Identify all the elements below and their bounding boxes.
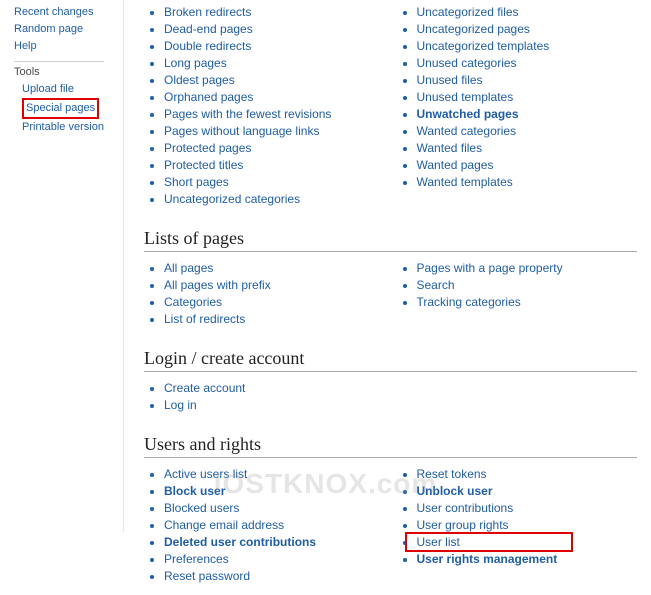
list-item[interactable]: Double redirects	[164, 39, 251, 53]
list-item[interactable]: Uncategorized categories	[164, 192, 300, 206]
list-item-unwatched-pages[interactable]: Unwatched pages	[417, 107, 519, 121]
lists-left: All pages All pages with prefix Categori…	[144, 260, 385, 328]
nav-recent-changes[interactable]: Recent changes	[14, 4, 123, 21]
top-left-list: Broken redirects Dead-end pages Double r…	[144, 4, 385, 208]
list-item[interactable]: Oldest pages	[164, 73, 235, 87]
list-item[interactable]: Protected titles	[164, 158, 243, 172]
list-item[interactable]: Unused files	[417, 73, 483, 87]
tools-links: Upload file Special pages Printable vers…	[14, 81, 123, 136]
tool-special-pages[interactable]: Special pages	[26, 100, 95, 117]
list-item-deleted-user-contributions[interactable]: Deleted user contributions	[164, 535, 316, 549]
list-item[interactable]: Protected pages	[164, 141, 251, 155]
users-left: Active users list Block user Blocked use…	[144, 466, 385, 585]
list-item[interactable]: Uncategorized files	[417, 5, 519, 19]
list-item[interactable]: Create account	[164, 381, 245, 395]
list-item[interactable]: List of redirects	[164, 312, 245, 326]
list-item-user-list[interactable]: User list	[417, 535, 460, 549]
main-content: Broken redirects Dead-end pages Double r…	[124, 0, 651, 532]
login-list: Create account Log in	[144, 380, 385, 414]
login-section: Create account Log in	[144, 376, 637, 424]
section-title-users-rights: Users and rights	[144, 434, 637, 458]
list-item-unblock-user[interactable]: Unblock user	[417, 484, 493, 498]
list-item[interactable]: Wanted files	[417, 141, 483, 155]
list-item[interactable]: User group rights	[417, 518, 509, 532]
lists-of-pages-section: All pages All pages with prefix Categori…	[144, 256, 637, 338]
list-item[interactable]: Categories	[164, 295, 222, 309]
list-item[interactable]: Active users list	[164, 467, 247, 481]
users-right: Reset tokens Unblock user User contribut…	[397, 466, 638, 568]
top-right-list: Uncategorized files Uncategorized pages …	[397, 4, 638, 191]
list-item[interactable]: Reset password	[164, 569, 250, 583]
list-item[interactable]: Wanted categories	[417, 124, 517, 138]
tools-heading: Tools	[14, 66, 123, 78]
list-item[interactable]: Broken redirects	[164, 5, 251, 19]
list-item[interactable]: Change email address	[164, 518, 284, 532]
list-item[interactable]: All pages	[164, 261, 213, 275]
tool-special-pages-highlight: Special pages	[22, 98, 99, 119]
nav-help[interactable]: Help	[14, 38, 123, 55]
list-item[interactable]: Wanted pages	[417, 158, 494, 172]
list-item[interactable]: Long pages	[164, 56, 227, 70]
users-rights-section: Active users list Block user Blocked use…	[144, 462, 637, 595]
list-item[interactable]: Preferences	[164, 552, 229, 566]
section-title-lists-of-pages: Lists of pages	[144, 228, 637, 252]
tool-printable-version[interactable]: Printable version	[22, 119, 123, 136]
list-item-user-rights-management[interactable]: User rights management	[417, 552, 558, 566]
nav-random-page[interactable]: Random page	[14, 21, 123, 38]
list-item[interactable]: Log in	[164, 398, 197, 412]
list-item[interactable]: Pages without language links	[164, 124, 319, 138]
list-item[interactable]: Uncategorized pages	[417, 22, 530, 36]
list-item[interactable]: Search	[417, 278, 455, 292]
list-item[interactable]: User contributions	[417, 501, 514, 515]
list-item[interactable]: Orphaned pages	[164, 90, 253, 104]
list-item[interactable]: Uncategorized templates	[417, 39, 550, 53]
list-item[interactable]: Unused categories	[417, 56, 517, 70]
tool-upload-file[interactable]: Upload file	[22, 81, 123, 98]
list-item[interactable]: All pages with prefix	[164, 278, 271, 292]
top-section: Broken redirects Dead-end pages Double r…	[144, 0, 637, 218]
list-item[interactable]: Short pages	[164, 175, 229, 189]
section-title-login: Login / create account	[144, 348, 637, 372]
list-item[interactable]: Blocked users	[164, 501, 239, 515]
list-item[interactable]: Pages with the fewest revisions	[164, 107, 331, 121]
list-item[interactable]: Pages with a page property	[417, 261, 563, 275]
list-item[interactable]: Wanted templates	[417, 175, 513, 189]
list-item-block-user[interactable]: Block user	[164, 484, 225, 498]
sidebar-divider	[14, 61, 104, 62]
sidebar: Recent changes Random page Help Tools Up…	[0, 0, 124, 532]
list-item[interactable]: Reset tokens	[417, 467, 487, 481]
list-item[interactable]: Tracking categories	[417, 295, 521, 309]
list-item[interactable]: Unused templates	[417, 90, 514, 104]
lists-right: Pages with a page property Search Tracki…	[397, 260, 638, 311]
list-item[interactable]: Dead-end pages	[164, 22, 253, 36]
